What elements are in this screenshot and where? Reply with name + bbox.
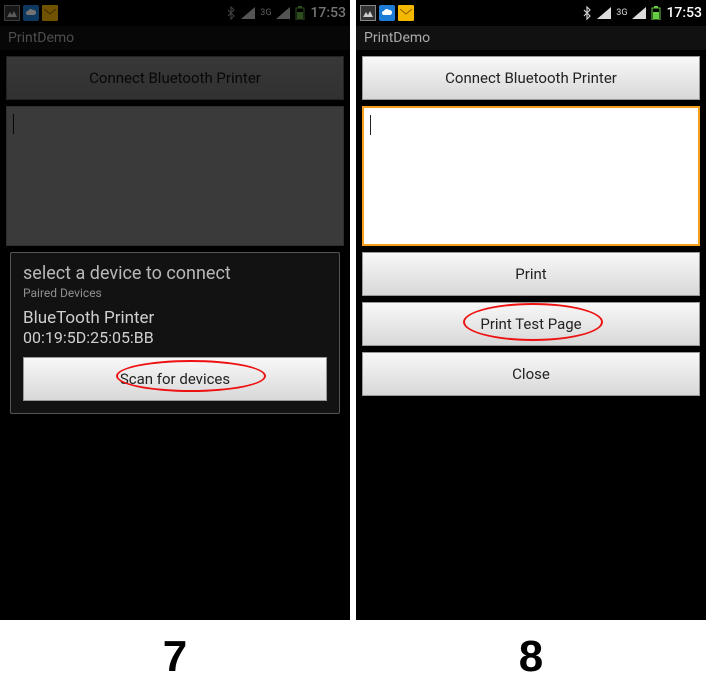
text-cursor [370, 115, 371, 135]
screenshot-7: 3G 17:53 PrintDemo Connect Bluetooth Pri… [0, 0, 350, 696]
print-test-page-button[interactable]: Print Test Page [362, 302, 700, 346]
close-button[interactable]: Close [362, 352, 700, 396]
print-test-page-label: Print Test Page [480, 315, 581, 333]
battery-icon [651, 6, 661, 20]
status-left [360, 5, 414, 21]
connect-bluetooth-button[interactable]: Connect Bluetooth Printer [362, 56, 700, 100]
modal-subtitle: Paired Devices [23, 286, 327, 300]
caption-8: 8 [356, 632, 706, 682]
caption-7: 7 [0, 632, 350, 682]
status-right: 3G 17:53 [582, 5, 702, 21]
gallery-icon [360, 5, 376, 21]
screenshot-8: 3G 17:53 PrintDemo Connect Bluetooth Pri… [356, 0, 706, 696]
mail-icon [398, 5, 414, 21]
scan-for-devices-button[interactable]: Scan for devices [23, 357, 327, 401]
device-select-modal: select a device to connect Paired Device… [10, 252, 340, 414]
phone-frame-7: 3G 17:53 PrintDemo Connect Bluetooth Pri… [0, 0, 350, 620]
print-button[interactable]: Print [362, 252, 700, 296]
signal-icon-2 [632, 7, 646, 19]
status-bar: 3G 17:53 [356, 0, 706, 26]
device-name: BlueTooth Printer [23, 308, 327, 328]
content-area: Connect Bluetooth Printer Print Print Te… [356, 50, 706, 402]
network-3g: 3G [616, 8, 627, 18]
bluetooth-icon [582, 6, 592, 20]
signal-icon [597, 7, 611, 19]
device-mac: 00:19:5D:25:05:BB [23, 328, 327, 347]
scan-button-label: Scan for devices [120, 370, 230, 388]
print-text-input[interactable] [362, 106, 700, 246]
modal-title: select a device to connect [23, 263, 327, 284]
clock: 17:53 [666, 5, 702, 21]
paired-device-item[interactable]: BlueTooth Printer 00:19:5D:25:05:BB [23, 308, 327, 347]
app-title: PrintDemo [356, 26, 706, 50]
cloud-icon [379, 5, 395, 21]
phone-frame-8: 3G 17:53 PrintDemo Connect Bluetooth Pri… [356, 0, 706, 620]
